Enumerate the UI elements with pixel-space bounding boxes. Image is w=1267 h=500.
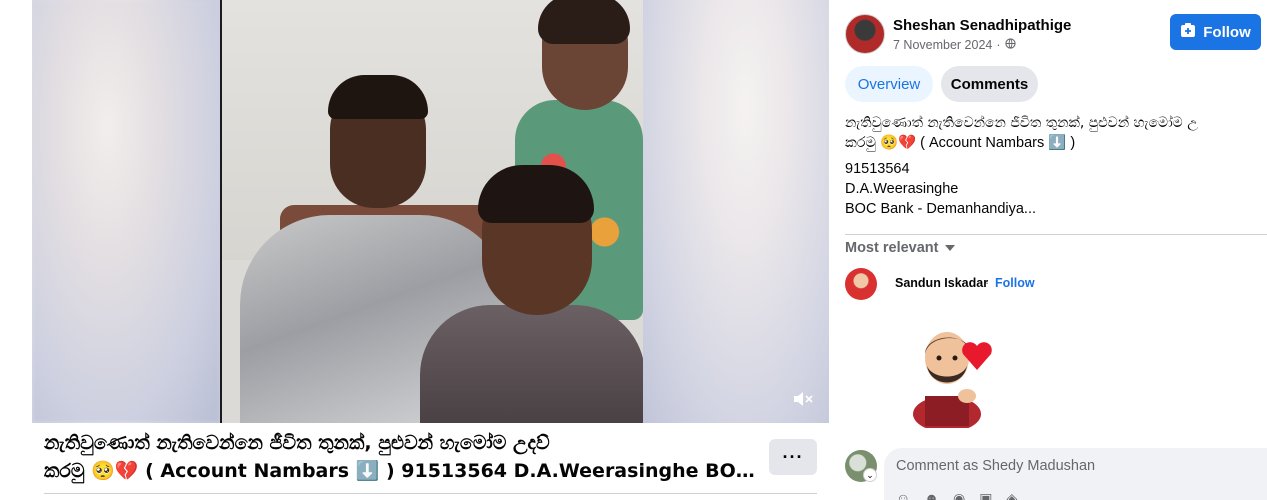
caption-line-1: නැතිවුණොත් නැතිවෙන්නෙ ජීවිත තුනක්, පුළුව… — [44, 432, 550, 454]
author-avatar[interactable] — [845, 14, 885, 54]
account-number: 91513564 — [845, 161, 910, 177]
video-blur-right — [643, 0, 829, 423]
left-gutter — [0, 0, 32, 500]
tab-comments[interactable]: Comments — [941, 66, 1038, 102]
emoji-icon[interactable]: ☻ — [924, 490, 939, 500]
more-dots-icon: ··· — [782, 446, 804, 467]
follow-label: Follow — [1203, 23, 1251, 41]
commenter-avatar[interactable] — [845, 268, 877, 300]
commenter-follow-link[interactable]: Follow — [995, 276, 1035, 290]
video-blur-left — [32, 0, 220, 423]
commenter-name[interactable]: Sandun Iskadar — [895, 276, 988, 290]
gif-icon[interactable]: ▣ — [979, 490, 992, 500]
bank-name: BOC Bank - Demanhandiya... — [845, 201, 1037, 217]
video-man-hair — [328, 75, 428, 119]
mute-button[interactable] — [789, 389, 817, 413]
post-caption: නැතිවුණොත් නැතිවෙන්නෙ ජීවිත තුනක්, පුළුව… — [44, 429, 758, 485]
video-boy-shirt — [420, 305, 643, 423]
comment-sort-dropdown[interactable]: Most relevant — [845, 240, 956, 256]
comment-input-placeholder[interactable]: Comment as Shedy Madushan — [896, 458, 1095, 474]
comment-input-box[interactable]: Comment as Shedy Madushan ☺ ☻ ◉ ▣ ◈ — [884, 448, 1267, 500]
comments-divider — [845, 234, 1267, 235]
post-date[interactable]: 7 November 2024 — [893, 38, 992, 52]
caption-line-2: කරමු 🥺💔 ( Account Nambars ⬇️ ) 91513564 … — [44, 460, 758, 482]
comment-sticker[interactable] — [907, 318, 1017, 432]
comment-tools: ☺ ☻ ◉ ▣ ◈ — [896, 490, 1017, 500]
sort-label: Most relevant — [845, 240, 939, 256]
globe-icon — [1004, 38, 1016, 52]
comment-reactions-peek — [895, 422, 1095, 428]
meta-separator: · — [996, 38, 1001, 52]
video-frame[interactable] — [220, 0, 643, 423]
post-side-panel: Sheshan Senadhipathige 7 November 2024 ·… — [829, 0, 1267, 500]
video-boy-hair — [478, 165, 594, 223]
description-line-1: නැතිවුණොත් නැතිවෙන්නෙ ජීවිත තුනක්, පුළුව… — [845, 115, 1198, 131]
sticker-icon[interactable]: ◈ — [1006, 490, 1017, 500]
camera-icon[interactable]: ◉ — [953, 490, 965, 500]
video-frame-edge — [220, 0, 222, 423]
video-girl-hair — [538, 0, 630, 44]
commenter-separator: · — [985, 276, 990, 290]
tab-overview[interactable]: Overview — [845, 66, 933, 102]
follow-icon — [1180, 22, 1196, 42]
description-line-2: කරමු 🥺💔 ( Account Nambars ⬇️ ) — [845, 135, 1076, 151]
post-meta: 7 November 2024 · — [893, 38, 1016, 52]
avatar-sticker-icon[interactable]: ☺ — [896, 490, 910, 500]
post-description: නැතිවුණොත් නැතිවෙන්නෙ ජීවිත තුනක්, පුළුව… — [845, 113, 1267, 153]
caption-divider — [44, 493, 817, 494]
video-player[interactable] — [32, 0, 829, 423]
follow-button[interactable]: Follow — [1170, 14, 1261, 50]
profile-switch-chevron-icon[interactable]: ⌄ — [863, 468, 877, 482]
caret-down-icon — [944, 240, 956, 256]
author-name[interactable]: Sheshan Senadhipathige — [893, 17, 1071, 34]
account-details: 91513564 D.A.Weerasinghe BOC Bank - Dema… — [845, 159, 1036, 219]
speaker-muted-icon — [792, 389, 814, 414]
post-viewer: නැතිවුණොත් නැතිවෙන්නෙ ජීවිත තුනක්, පුළුව… — [0, 0, 1267, 500]
more-options-button[interactable]: ··· — [769, 439, 817, 475]
account-name: D.A.Weerasinghe — [845, 181, 959, 197]
